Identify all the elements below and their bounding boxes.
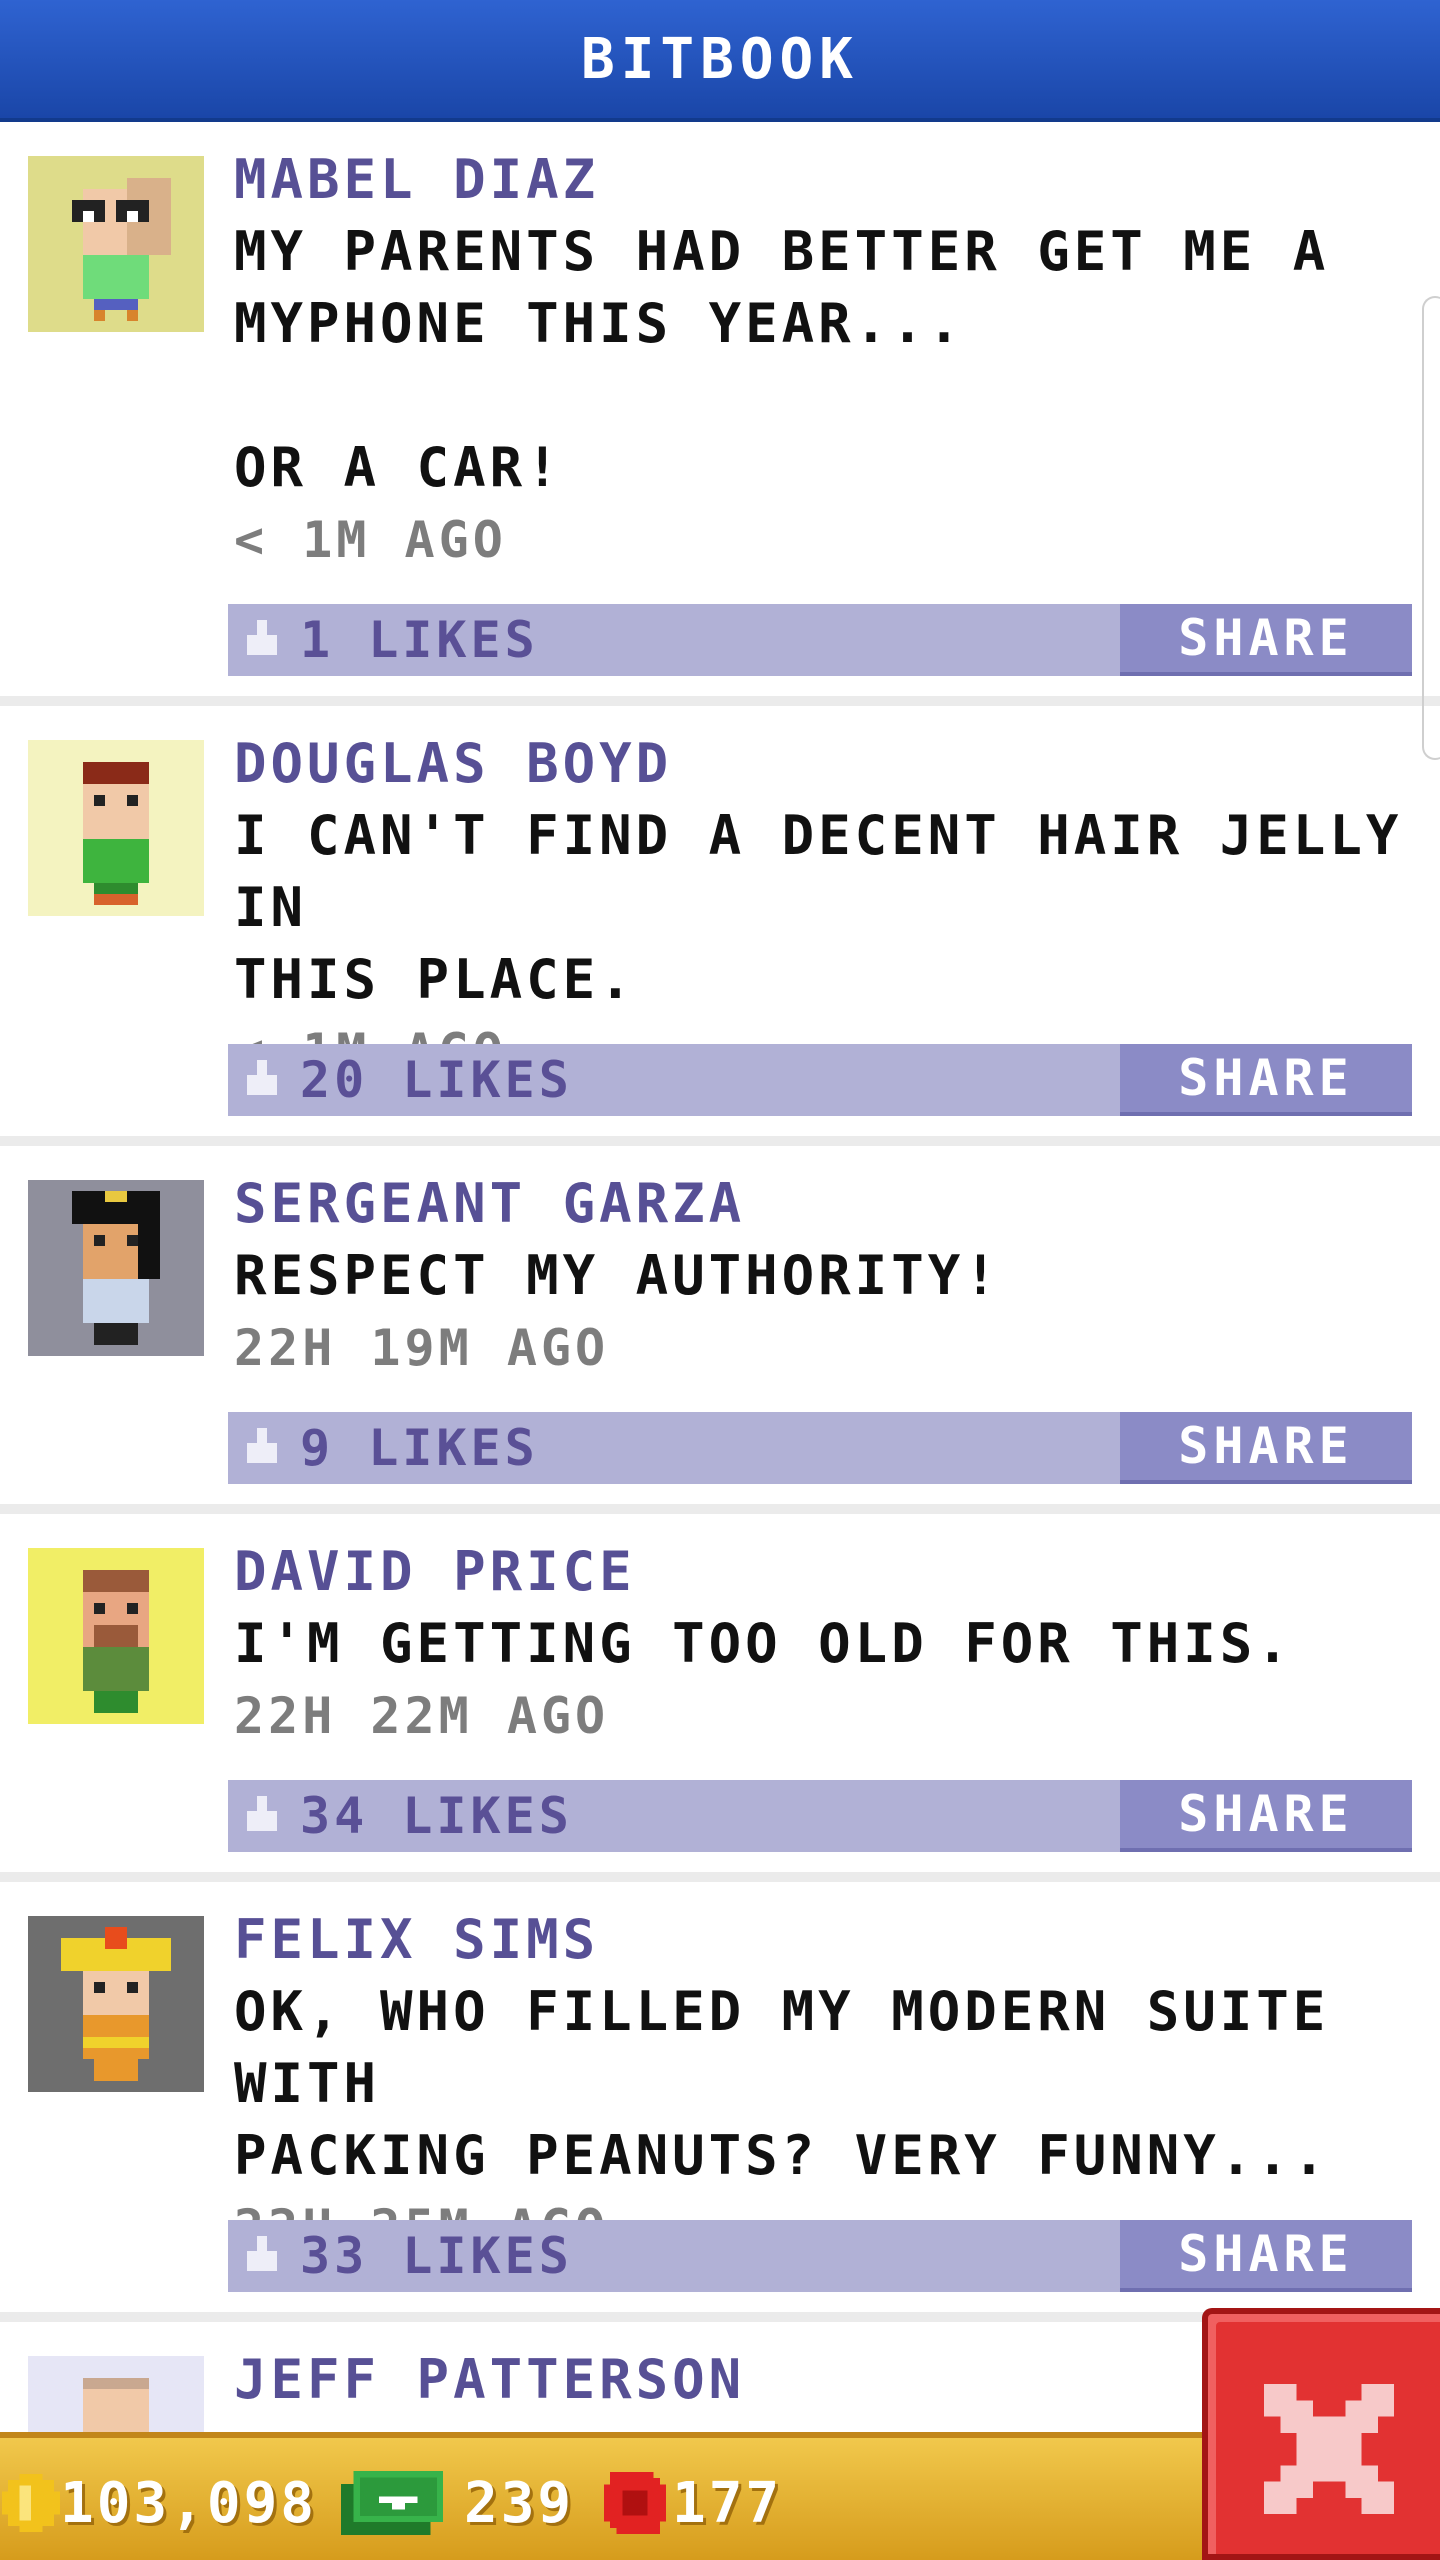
avatar-garza-icon [28,1180,204,1356]
post-author[interactable]: SERGEANT GARZA [234,1168,1440,1240]
like-button[interactable]: 1 LIKES [228,604,539,676]
post: MABEL DIAZ MY PARENTS HAD BETTER GET ME … [0,122,1440,706]
bux-icon [340,2471,444,2535]
post-actions: 33 LIKES SHARE [228,2220,1412,2292]
post-actions: 1 LIKES SHARE [228,604,1412,676]
post: DAVID PRICE I'M GETTING TOO OLD FOR THIS… [0,1514,1440,1882]
thumbs-up-icon [242,1428,282,1468]
likes-count: 20 LIKES [300,1051,573,1109]
close-button[interactable] [1202,2308,1440,2560]
avatar[interactable] [28,156,204,332]
app-header: BITBOOK [0,0,1440,122]
post-author[interactable]: DAVID PRICE [234,1536,1440,1608]
likes-count: 34 LIKES [300,1787,573,1845]
post-text: MY PARENTS HAD BETTER GET ME A MYPHONE T… [234,220,1330,499]
thumbs-up-icon [242,2236,282,2276]
like-button[interactable]: 34 LIKES [228,1780,573,1852]
avatar[interactable] [28,740,204,916]
avatar-jeff-icon [28,2356,204,2432]
bux-value: 239 [464,2470,575,2536]
post: DOUGLAS BOYD I CAN'T FIND A DECENT HAIR … [0,706,1440,1146]
share-button[interactable]: SHARE [1120,2220,1412,2292]
ticket-icon [604,2472,666,2534]
post-text: I'M GETTING TOO OLD FOR THIS. [234,1612,1293,1675]
avatar-felix-icon [28,1916,204,2092]
avatar-mabel-icon [28,156,204,332]
avatar[interactable] [28,1548,204,1724]
tickets-value: 177 [672,2470,783,2536]
like-button[interactable]: 9 LIKES [228,1412,539,1484]
post-actions: 9 LIKES SHARE [228,1412,1412,1484]
post-text: RESPECT MY AUTHORITY! [234,1244,1001,1307]
share-button[interactable]: SHARE [1120,1044,1412,1116]
post-time: 22H 19M AGO [234,1319,610,1377]
scroll-indicator[interactable] [1422,296,1440,760]
share-button[interactable]: SHARE [1120,604,1412,676]
share-button[interactable]: SHARE [1120,1780,1412,1852]
likes-count: 9 LIKES [300,1419,539,1477]
thumbs-up-icon [242,1796,282,1836]
close-icon [1264,2384,1394,2514]
post-author[interactable]: MABEL DIAZ [234,144,1440,216]
like-button[interactable]: 33 LIKES [228,2220,573,2292]
likes-count: 33 LIKES [300,2227,573,2285]
post-time: 22H 22M AGO [234,1687,610,1745]
likes-count: 1 LIKES [300,611,539,669]
post-text: I CAN'T FIND A DECENT HAIR JELLY IN THIS… [234,804,1403,1011]
thumbs-up-icon [242,620,282,660]
post-author[interactable]: FELIX SIMS [234,1904,1440,1976]
thumbs-up-icon [242,1060,282,1100]
avatar[interactable] [28,2356,204,2432]
post: SERGEANT GARZA RESPECT MY AUTHORITY! 22H… [0,1146,1440,1514]
post-actions: 34 LIKES SHARE [228,1780,1412,1852]
avatar-david-icon [28,1548,204,1724]
post-text: OK, WHO FILLED MY MODERN SUITE WITH PACK… [234,1980,1330,2187]
like-button[interactable]: 20 LIKES [228,1044,573,1116]
post: FELIX SIMS OK, WHO FILLED MY MODERN SUIT… [0,1882,1440,2322]
tickets-stat: 177 [604,2458,782,2548]
app-title: BITBOOK [580,26,859,92]
coins-stat: 103,098 [2,2458,317,2548]
avatar-douglas-icon [28,740,204,916]
post-actions: 20 LIKES SHARE [228,1044,1412,1116]
post-author[interactable]: DOUGLAS BOYD [234,728,1440,800]
coins-value: 103,098 [60,2470,318,2536]
bux-stat: 239 [340,2458,574,2548]
avatar[interactable] [28,1180,204,1356]
share-button[interactable]: SHARE [1120,1412,1412,1484]
avatar[interactable] [28,1916,204,2092]
post-time: < 1M AGO [234,511,507,569]
feed[interactable]: MABEL DIAZ MY PARENTS HAD BETTER GET ME … [0,122,1440,2432]
coin-icon [2,2474,60,2532]
